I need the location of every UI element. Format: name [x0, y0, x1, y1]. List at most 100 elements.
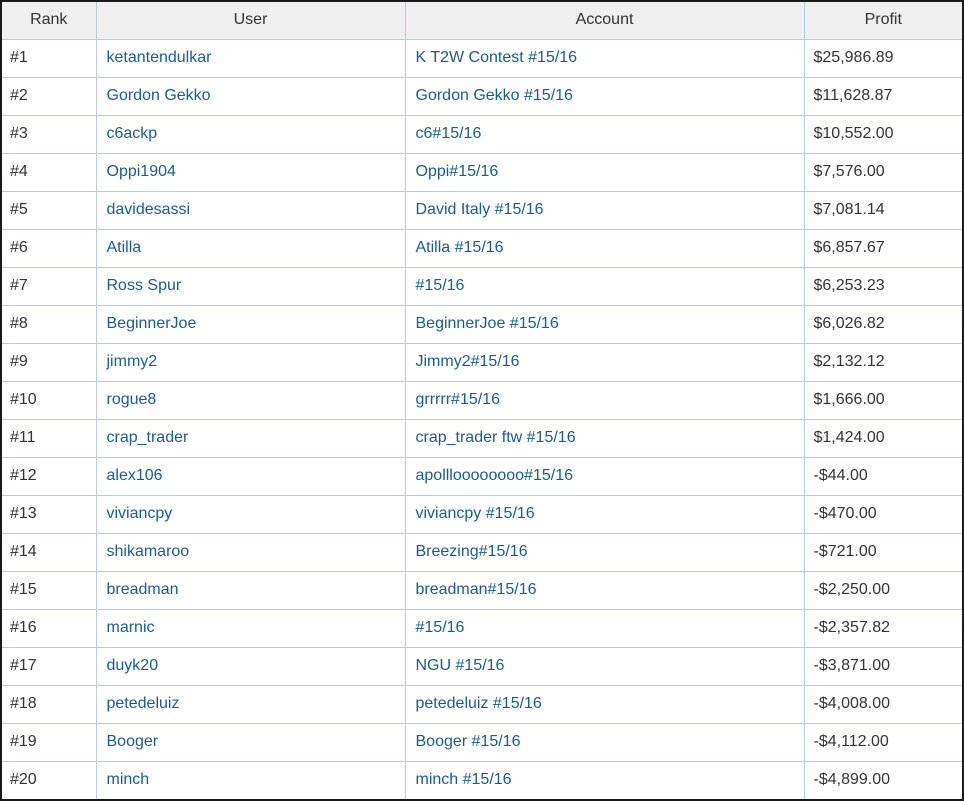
profit-cell: $6,857.67 [804, 228, 962, 267]
account-link[interactable]: Breezing#15/16 [416, 543, 528, 560]
account-link[interactable]: Booger #15/16 [416, 733, 521, 750]
account-cell: apollloooooooo#15/16 [405, 456, 805, 495]
account-link[interactable]: apollloooooooo#15/16 [416, 467, 573, 484]
account-cell: #15/16 [405, 608, 805, 647]
table-row: #13 viviancpy viviancpy #15/16 -$470.00 [2, 494, 962, 533]
user-link[interactable]: jimmy2 [107, 353, 158, 370]
user-link[interactable]: Oppi1904 [107, 163, 176, 180]
user-link[interactable]: viviancpy [107, 505, 173, 522]
rank-cell: #2 [2, 76, 97, 115]
rank-cell: #14 [2, 532, 97, 571]
table-row: #11 crap_trader crap_trader ftw #15/16 $1,4… [2, 418, 962, 457]
account-cell: #15/16 [405, 266, 805, 305]
profit-cell: $6,026.82 [804, 304, 962, 343]
user-cell: marnic [96, 608, 406, 647]
profit-cell: $25,986.89 [804, 38, 962, 77]
header-user[interactable]: User [96, 2, 406, 40]
leaderboard-frame: Rank User Account Profit #1 ketantendulka… [0, 0, 964, 801]
user-link[interactable]: Booger [107, 733, 159, 750]
account-link[interactable]: NGU #15/16 [416, 657, 505, 674]
table-row: #15 breadman breadman#15/16 -$2,250.00 [2, 570, 962, 609]
user-link[interactable]: Atilla [107, 239, 142, 256]
account-link[interactable]: #15/16 [416, 619, 465, 636]
user-cell: shikamaroo [96, 532, 406, 571]
account-cell: grrrrr#15/16 [405, 380, 805, 419]
account-link[interactable]: breadman#15/16 [416, 581, 537, 598]
account-cell: BeginnerJoe #15/16 [405, 304, 805, 343]
header-rank[interactable]: Rank [2, 2, 97, 40]
profit-cell: -$4,008.00 [804, 684, 962, 723]
account-link[interactable]: petedeluiz #15/16 [416, 695, 542, 712]
user-link[interactable]: petedeluiz [107, 695, 180, 712]
profit-cell: -$4,112.00 [804, 722, 962, 761]
user-link[interactable]: marnic [107, 619, 155, 636]
account-link[interactable]: viviancpy #15/16 [416, 505, 535, 522]
table-row: #12 alex106 apollloooooooo#15/16 -$44.00 [2, 456, 962, 495]
account-cell: K T2W Contest #15/16 [405, 38, 805, 77]
rank-cell: #19 [2, 722, 97, 761]
user-cell: davidesassi [96, 190, 406, 229]
account-cell: Oppi#15/16 [405, 152, 805, 191]
account-cell: crap_trader ftw #15/16 [405, 418, 805, 457]
profit-cell: $11,628.87 [804, 76, 962, 115]
account-link[interactable]: minch #15/16 [416, 771, 512, 788]
header-row: Rank User Account Profit [2, 2, 962, 40]
account-cell: Gordon Gekko #15/16 [405, 76, 805, 115]
rank-cell: #16 [2, 608, 97, 647]
account-link[interactable]: Jimmy2#15/16 [416, 353, 520, 370]
user-link[interactable]: BeginnerJoe [107, 315, 197, 332]
user-cell: c6ackp [96, 114, 406, 153]
account-link[interactable]: David Italy #15/16 [416, 201, 544, 218]
user-link[interactable]: breadman [107, 581, 179, 598]
profit-cell: -$470.00 [804, 494, 962, 533]
header-account[interactable]: Account [405, 2, 805, 40]
table-row: #17 duyk20 NGU #15/16 -$3,871.00 [2, 646, 962, 685]
user-link[interactable]: rogue8 [107, 391, 157, 408]
user-link[interactable]: alex106 [107, 467, 163, 484]
account-link[interactable]: BeginnerJoe #15/16 [416, 315, 559, 332]
user-link[interactable]: c6ackp [107, 125, 158, 142]
user-link[interactable]: shikamaroo [107, 543, 190, 560]
user-cell: jimmy2 [96, 342, 406, 381]
account-cell: Jimmy2#15/16 [405, 342, 805, 381]
user-link[interactable]: ketantendulkar [107, 49, 212, 66]
profit-cell: $7,576.00 [804, 152, 962, 191]
user-link[interactable]: minch [107, 771, 150, 788]
leaderboard-table: Rank User Account Profit #1 ketantendulka… [2, 2, 962, 799]
table-row: #18 petedeluiz petedeluiz #15/16 -$4,008.00 [2, 684, 962, 723]
table-row: #1 ketantendulkar K T2W Contest #15/16 $25,… [2, 38, 962, 77]
user-link[interactable]: duyk20 [107, 657, 159, 674]
rank-cell: #8 [2, 304, 97, 343]
rank-cell: #10 [2, 380, 97, 419]
account-link[interactable]: Gordon Gekko #15/16 [416, 87, 573, 104]
rank-cell: #7 [2, 266, 97, 305]
account-link[interactable]: grrrrr#15/16 [416, 391, 500, 408]
account-cell: minch #15/16 [405, 760, 805, 799]
profit-cell: $2,132.12 [804, 342, 962, 381]
user-cell: minch [96, 760, 406, 799]
account-link[interactable]: #15/16 [416, 277, 465, 294]
header-profit[interactable]: Profit [804, 2, 962, 40]
table-row: #4 Oppi1904 Oppi#15/16 $7,576.00 [2, 152, 962, 191]
account-link[interactable]: K T2W Contest #15/16 [416, 49, 578, 66]
user-link[interactable]: davidesassi [107, 201, 191, 218]
table-row: #6 Atilla Atilla #15/16 $6,857.67 [2, 228, 962, 267]
account-link[interactable]: Atilla #15/16 [416, 239, 504, 256]
profit-cell: $1,666.00 [804, 380, 962, 419]
user-cell: Gordon Gekko [96, 76, 406, 115]
table-row: #3 c6ackp c6#15/16 $10,552.00 [2, 114, 962, 153]
user-link[interactable]: Gordon Gekko [107, 87, 211, 104]
user-link[interactable]: crap_trader [107, 429, 189, 446]
account-cell: breadman#15/16 [405, 570, 805, 609]
rank-cell: #1 [2, 38, 97, 77]
rank-cell: #12 [2, 456, 97, 495]
profit-cell: $1,424.00 [804, 418, 962, 457]
user-cell: rogue8 [96, 380, 406, 419]
user-link[interactable]: Ross Spur [107, 277, 182, 294]
account-link[interactable]: Oppi#15/16 [416, 163, 499, 180]
table-body: #1 ketantendulkar K T2W Contest #15/16 $25,… [2, 38, 962, 799]
account-cell: petedeluiz #15/16 [405, 684, 805, 723]
account-link[interactable]: crap_trader ftw #15/16 [416, 429, 576, 446]
account-link[interactable]: c6#15/16 [416, 125, 482, 142]
profit-cell: $7,081.14 [804, 190, 962, 229]
